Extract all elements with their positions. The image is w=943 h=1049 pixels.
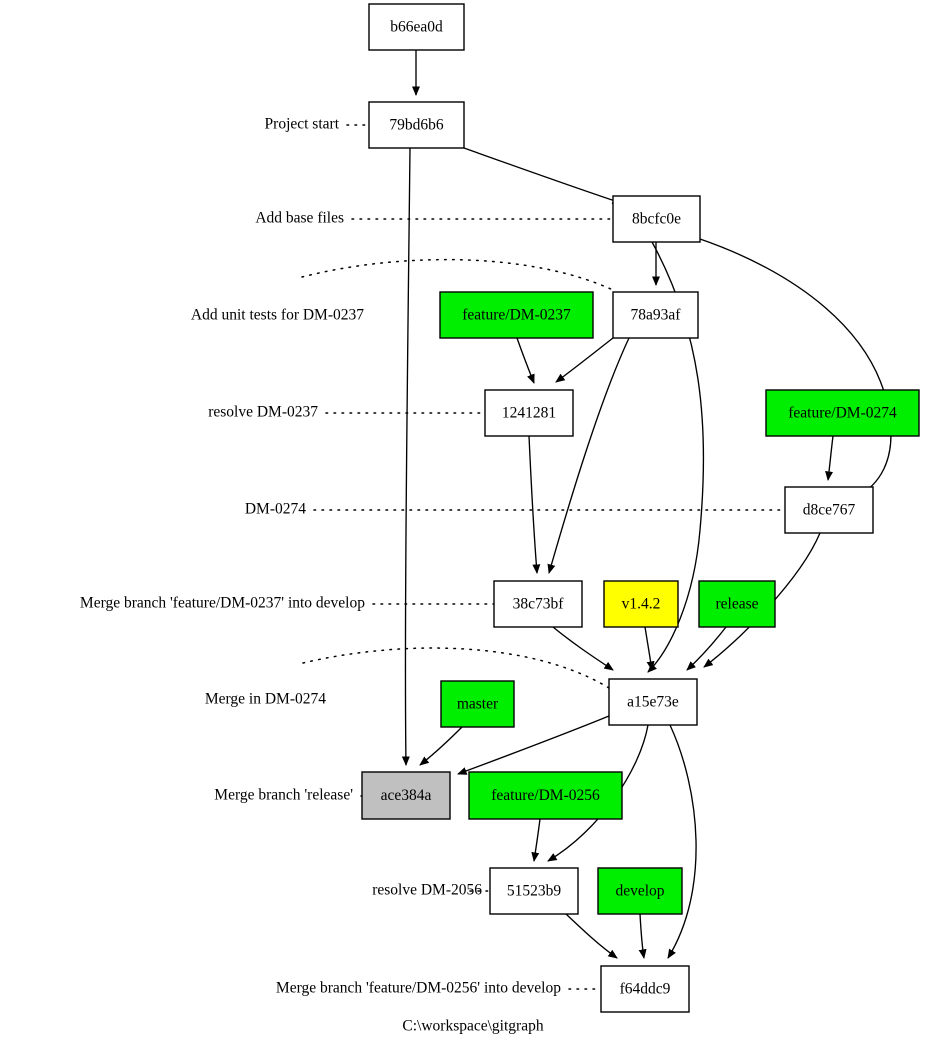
node-feature/DM-0237[interactable]: feature/DM-0237 xyxy=(439,291,594,339)
row-label-6: Merge in DM-0274 xyxy=(205,691,326,708)
node-78a93af[interactable]: 78a93af xyxy=(612,291,699,339)
row-label-3: resolve DM-0237 xyxy=(208,404,318,421)
node-label: feature/DM-0237 xyxy=(462,307,571,324)
gitgraph-canvas: b66ea0d 79bd6b6 8bcfc0e feature/DM-0237 78a9… xyxy=(80,3,920,1035)
node-label: release xyxy=(715,596,758,613)
node-feature/DM-0274[interactable]: feature/DM-0274 xyxy=(765,389,920,437)
row-label-5: Merge branch 'feature/DM-0237' into deve… xyxy=(80,595,365,612)
row-label-8: resolve DM-2056 xyxy=(372,882,482,899)
row-label-2: Add unit tests for DM-0237 xyxy=(191,307,364,324)
node-a15e73e[interactable]: a15e73e xyxy=(608,678,698,726)
node-b66ea0d[interactable]: b66ea0d xyxy=(368,3,465,51)
nodes-layer: b66ea0d 79bd6b6 8bcfc0e feature/DM-0237 78a9… xyxy=(361,3,920,1013)
node-label: v1.4.2 xyxy=(622,596,661,613)
node-label: 78a93af xyxy=(631,307,682,324)
gitgraph-diagram: b66ea0d 79bd6b6 8bcfc0e feature/DM-0237 78a9… xyxy=(0,0,943,1049)
node-label: 38c73bf xyxy=(513,596,565,613)
node-label: 1241281 xyxy=(502,405,556,422)
row-labels-layer: Project start Add base files Add unit test… xyxy=(80,116,561,997)
node-v1.4.2[interactable]: v1.4.2 xyxy=(603,580,679,628)
node-label: d8ce767 xyxy=(803,502,856,519)
edge-79bd6b6-to-8bcfc0e xyxy=(463,147,622,205)
node-label: 79bd6b6 xyxy=(389,117,444,134)
node-f64ddc9[interactable]: f64ddc9 xyxy=(600,965,690,1013)
edge-8bcfc0e-to-d8ce767 xyxy=(699,238,892,499)
node-develop[interactable]: develop xyxy=(597,867,683,915)
node-label: feature/DM-0256 xyxy=(491,787,600,804)
row-label-0: Project start xyxy=(265,116,340,133)
edge-a15e73e-to-f64ddc9 xyxy=(667,724,697,959)
node-label: f64ddc9 xyxy=(620,981,671,998)
row-label-9: Merge branch 'feature/DM-0256' into deve… xyxy=(276,980,561,997)
edge-master-to-ace384a xyxy=(419,726,463,766)
edge-develop-to-f64ddc9 xyxy=(638,913,647,959)
node-label: b66ea0d xyxy=(390,19,443,36)
node-release[interactable]: release xyxy=(698,580,776,628)
edge-38c73bf-to-a15e73e xyxy=(552,626,614,671)
node-label: 51523b9 xyxy=(507,883,562,900)
node-8bcfc0e[interactable]: 8bcfc0e xyxy=(612,195,701,243)
edge-release-to-a15e73e xyxy=(686,626,727,671)
node-d8ce767[interactable]: d8ce767 xyxy=(784,486,874,534)
node-1241281[interactable]: 1241281 xyxy=(484,389,574,437)
edge-feature/DM-0274-to-d8ce767 xyxy=(825,435,834,481)
node-79bd6b6[interactable]: 79bd6b6 xyxy=(368,101,465,149)
row-label-1: Add base files xyxy=(255,210,344,227)
node-feature/DM-0256[interactable]: feature/DM-0256 xyxy=(468,771,623,820)
node-ace384a[interactable]: ace384a xyxy=(361,771,451,820)
caption-layer: C:\workspace\gitgraph xyxy=(402,1018,543,1035)
edge-feature/DM-0256-to-51523b9 xyxy=(531,818,541,862)
row-label-7: Merge branch 'release' xyxy=(214,787,353,804)
node-label: 8bcfc0e xyxy=(632,211,681,228)
node-label: a15e73e xyxy=(627,694,679,711)
node-label: master xyxy=(457,696,499,713)
label-leader-2 xyxy=(301,258,614,291)
node-label: develop xyxy=(615,883,664,900)
node-label: feature/DM-0274 xyxy=(788,405,897,422)
node-master[interactable]: master xyxy=(440,680,515,728)
edge-78a93af-to-1241281 xyxy=(555,337,614,383)
row-label-4: DM-0274 xyxy=(245,501,306,518)
node-51523b9[interactable]: 51523b9 xyxy=(489,867,579,915)
edge-feature/DM-0237-to-1241281 xyxy=(516,337,535,384)
node-38c73bf[interactable]: 38c73bf xyxy=(493,580,583,628)
edge-1241281-to-38c73bf xyxy=(528,435,541,574)
edge-78a93af-to-38c73bf xyxy=(547,337,630,574)
node-label: ace384a xyxy=(381,787,432,804)
diagram-caption: C:\workspace\gitgraph xyxy=(402,1018,543,1035)
label-leader-lines xyxy=(301,124,786,990)
edge-51523b9-to-f64ddc9 xyxy=(565,913,618,959)
edge-v1.4.2-to-a15e73e xyxy=(644,626,655,671)
edge-79bd6b6-to-ace384a xyxy=(401,147,411,766)
